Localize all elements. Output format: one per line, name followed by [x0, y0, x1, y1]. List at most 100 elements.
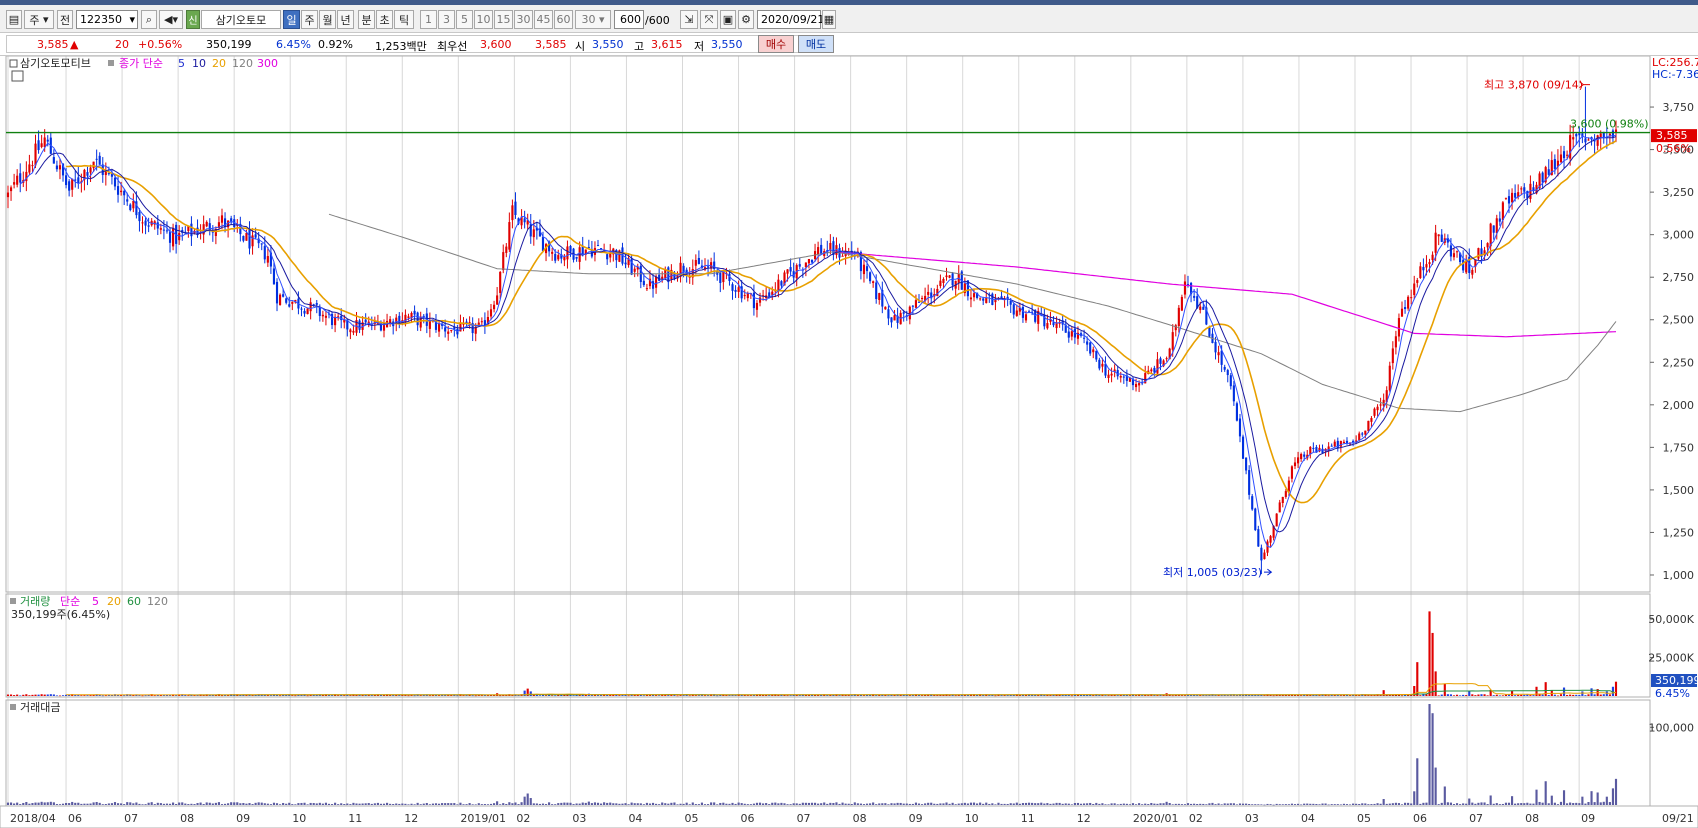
- buy-button[interactable]: 매수: [758, 35, 794, 53]
- count-input[interactable]: 600: [614, 10, 644, 29]
- stock-code-input[interactable]: 122350 ▾: [76, 10, 138, 29]
- candle-body: [245, 232, 248, 241]
- volume-bar: [954, 695, 957, 697]
- minute-45-button[interactable]: 45: [534, 10, 553, 29]
- candle-body: [1248, 470, 1251, 495]
- minute-30-button[interactable]: 30: [514, 10, 533, 29]
- layout-icon[interactable]: ▤: [6, 10, 22, 29]
- minute-60-button[interactable]: 60: [554, 10, 573, 29]
- volume-bar: [37, 694, 40, 696]
- quote-bar: [0, 33, 1698, 56]
- candle-body: [1410, 297, 1413, 299]
- candle-body: [178, 233, 181, 241]
- amount-bar: [422, 803, 425, 805]
- candle-body: [1578, 133, 1581, 136]
- minute-5-button[interactable]: 5: [456, 10, 473, 29]
- volume-ma-60: 60: [127, 595, 141, 608]
- x-axis-label: 09: [909, 812, 923, 825]
- minute-3-button[interactable]: 3: [438, 10, 455, 29]
- amount-bar: [168, 803, 172, 805]
- sell-button[interactable]: 매도: [798, 35, 834, 53]
- stock-name-field[interactable]: 삼기오토모: [201, 10, 281, 29]
- candle-body: [1419, 266, 1422, 278]
- candle-body: [1021, 306, 1025, 318]
- amount-bar: [294, 804, 297, 805]
- period-select[interactable]: 주 ▾: [24, 10, 54, 29]
- amount-bar: [330, 804, 334, 805]
- lowest-annotation: 최저 1,005 (03/23): [1163, 566, 1262, 579]
- amount-bar: [1364, 803, 1367, 805]
- amount-bar: [1333, 804, 1336, 805]
- candle-body: [810, 259, 814, 263]
- gear-icon[interactable]: ⚙: [738, 10, 754, 29]
- amount-bar: [801, 802, 804, 805]
- volume-bar: [994, 695, 997, 697]
- calendar-icon[interactable]: ▦: [822, 10, 836, 29]
- interval-value: 30: [581, 13, 596, 26]
- candle-body: [1245, 457, 1248, 471]
- volume-bar: [703, 695, 707, 697]
- crosshair-icon[interactable]: ⤧: [700, 10, 718, 29]
- period-day-button[interactable]: 일: [283, 10, 300, 29]
- candle-body: [1217, 352, 1220, 356]
- x-axis-label: 09/21: [1662, 812, 1694, 825]
- minute-15-button[interactable]: 15: [494, 10, 513, 29]
- candle-body: [532, 229, 535, 238]
- candle-body: [98, 155, 101, 165]
- candle-body: [1138, 383, 1141, 386]
- volume-bar: [13, 695, 16, 696]
- amount-bar: [1385, 803, 1388, 805]
- prev-button[interactable]: 전: [57, 10, 73, 29]
- period-year-button[interactable]: 년: [337, 10, 354, 29]
- volume-bar: [486, 695, 490, 697]
- amount-bar: [1058, 802, 1061, 805]
- period-year-label: 년: [340, 13, 351, 27]
- candle-body: [1281, 496, 1284, 503]
- sound-icon[interactable]: ◀▾: [159, 10, 183, 29]
- date-input[interactable]: 2020/09/21: [757, 10, 824, 29]
- interval-select[interactable]: 30 ▾: [575, 10, 611, 29]
- amount-bar: [1410, 803, 1413, 805]
- search-icon[interactable]: ⌕: [141, 10, 157, 29]
- zoom-icon[interactable]: ⇲: [680, 10, 698, 29]
- amount-bar: [227, 803, 230, 805]
- candle-body: [1510, 192, 1514, 203]
- candle-body: [318, 307, 321, 316]
- x-axis-label: 04: [628, 812, 642, 825]
- amount-bar: [1235, 804, 1238, 806]
- price-tick-label: 2,750: [1663, 271, 1695, 284]
- candle-body: [147, 225, 150, 227]
- minute-10-button[interactable]: 10: [474, 10, 493, 29]
- candle-body: [1437, 234, 1440, 237]
- period-week-button[interactable]: 주: [301, 10, 318, 29]
- period-minute-button[interactable]: 분: [358, 10, 375, 29]
- volume-bar: [1205, 695, 1208, 697]
- amount-bar: [1330, 804, 1333, 805]
- amount-bar: [1315, 803, 1318, 805]
- period-tick-button[interactable]: 틱: [394, 10, 414, 29]
- amount-bar: [1031, 802, 1034, 805]
- candle-body: [1440, 234, 1443, 242]
- period-month-button[interactable]: 월: [319, 10, 336, 29]
- ma-legend-20: 20: [212, 57, 226, 70]
- stock-name-value: 삼기오토모: [215, 13, 267, 27]
- candle-body: [1177, 307, 1180, 327]
- x-axis-label: 03: [1245, 812, 1259, 825]
- volume-bar: [1514, 695, 1517, 696]
- volume-bar: [1449, 694, 1452, 696]
- amount-bar: [590, 803, 593, 805]
- amount-bar: [914, 802, 918, 805]
- candle-body: [780, 281, 783, 286]
- amount-bar: [13, 803, 16, 805]
- x-axis-label: 09: [1581, 812, 1595, 825]
- candle-body: [1523, 187, 1526, 192]
- grid-table-icon[interactable]: [11, 70, 24, 82]
- candle-body: [939, 280, 942, 287]
- stock-chart[interactable]: 삼기오토모티브 종가 단순 5 10 20 120 300 3,600 (0.9…: [0, 56, 1698, 828]
- minute-1-button[interactable]: 1: [420, 10, 437, 29]
- candle-body: [1312, 447, 1315, 449]
- save-icon[interactable]: ▣: [720, 10, 736, 29]
- period-tick-label: 틱: [398, 13, 410, 27]
- period-second-button[interactable]: 초: [376, 10, 393, 29]
- amount-bar: [1241, 803, 1245, 805]
